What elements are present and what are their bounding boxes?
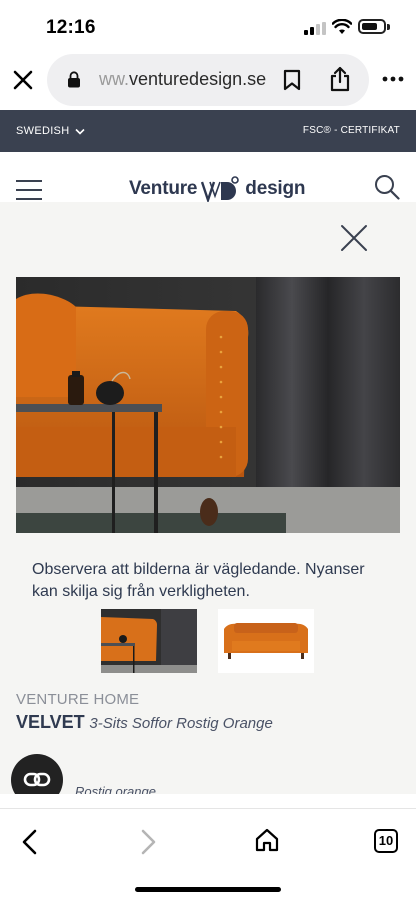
thumbnail-lifestyle[interactable] bbox=[101, 609, 197, 673]
logo-mark-icon bbox=[201, 176, 240, 202]
status-time: 12:16 bbox=[46, 17, 96, 38]
lock-icon bbox=[68, 71, 80, 88]
url-field[interactable]: ww.venturedesign.se bbox=[47, 54, 369, 106]
product-name: VELVET bbox=[16, 712, 85, 732]
hamburger-icon[interactable] bbox=[16, 180, 42, 200]
product-description: 3-Sits Soffor Rostig Orange bbox=[89, 715, 273, 732]
language-label: SWEDISH bbox=[16, 125, 70, 137]
chat-button[interactable] bbox=[11, 754, 63, 794]
site-logo[interactable]: Venture design bbox=[129, 174, 306, 204]
wifi-icon bbox=[332, 19, 352, 34]
product-brand: VENTURE HOME bbox=[16, 691, 140, 708]
image-disclaimer: Observera att bilderna är vägledande. Ny… bbox=[32, 561, 365, 600]
back-icon[interactable] bbox=[20, 829, 40, 855]
logo-text-right: design bbox=[245, 178, 306, 199]
browser-address-bar: ww.venturedesign.se bbox=[0, 52, 416, 110]
url-text: ww.venturedesign.se bbox=[99, 69, 266, 90]
close-icon[interactable] bbox=[340, 224, 368, 252]
more-icon[interactable] bbox=[382, 76, 404, 82]
forward-icon[interactable] bbox=[138, 829, 158, 855]
language-selector[interactable]: SWEDISH bbox=[16, 125, 86, 137]
site-top-strip: SWEDISH FSC® - CERTIFIKAT bbox=[0, 110, 416, 152]
fsc-certificate-link[interactable]: FSC® - CERTIFIKAT bbox=[303, 125, 400, 136]
search-icon[interactable] bbox=[374, 174, 400, 200]
product-main-image bbox=[16, 277, 400, 533]
product-color-label: Rostig orange bbox=[75, 784, 156, 794]
logo-text-left: Venture bbox=[129, 178, 198, 199]
cellular-signal-icon bbox=[304, 22, 326, 35]
browser-bottom-toolbar: 10 bbox=[0, 808, 416, 900]
home-icon[interactable] bbox=[254, 827, 280, 853]
image-modal: Observera att bilderna är vägledande. Ny… bbox=[0, 202, 416, 794]
share-icon[interactable] bbox=[329, 66, 351, 92]
battery-cap bbox=[387, 24, 390, 30]
status-bar: 12:16 bbox=[0, 0, 416, 52]
bookmark-icon[interactable] bbox=[283, 69, 301, 91]
product-title: VELVET 3-Sits Soffor Rostig Orange bbox=[16, 712, 273, 733]
url-domain: venturedesign.se bbox=[129, 69, 267, 89]
home-indicator bbox=[135, 887, 281, 892]
chevron-down-icon bbox=[75, 128, 86, 135]
site-header: Venture design bbox=[0, 152, 416, 202]
thumbnail-product[interactable] bbox=[218, 609, 314, 673]
close-icon[interactable] bbox=[10, 67, 36, 93]
chat-icon bbox=[23, 772, 51, 787]
tabs-icon[interactable]: 10 bbox=[374, 829, 398, 853]
battery-icon bbox=[358, 19, 386, 34]
url-prefix: ww. bbox=[99, 69, 130, 89]
